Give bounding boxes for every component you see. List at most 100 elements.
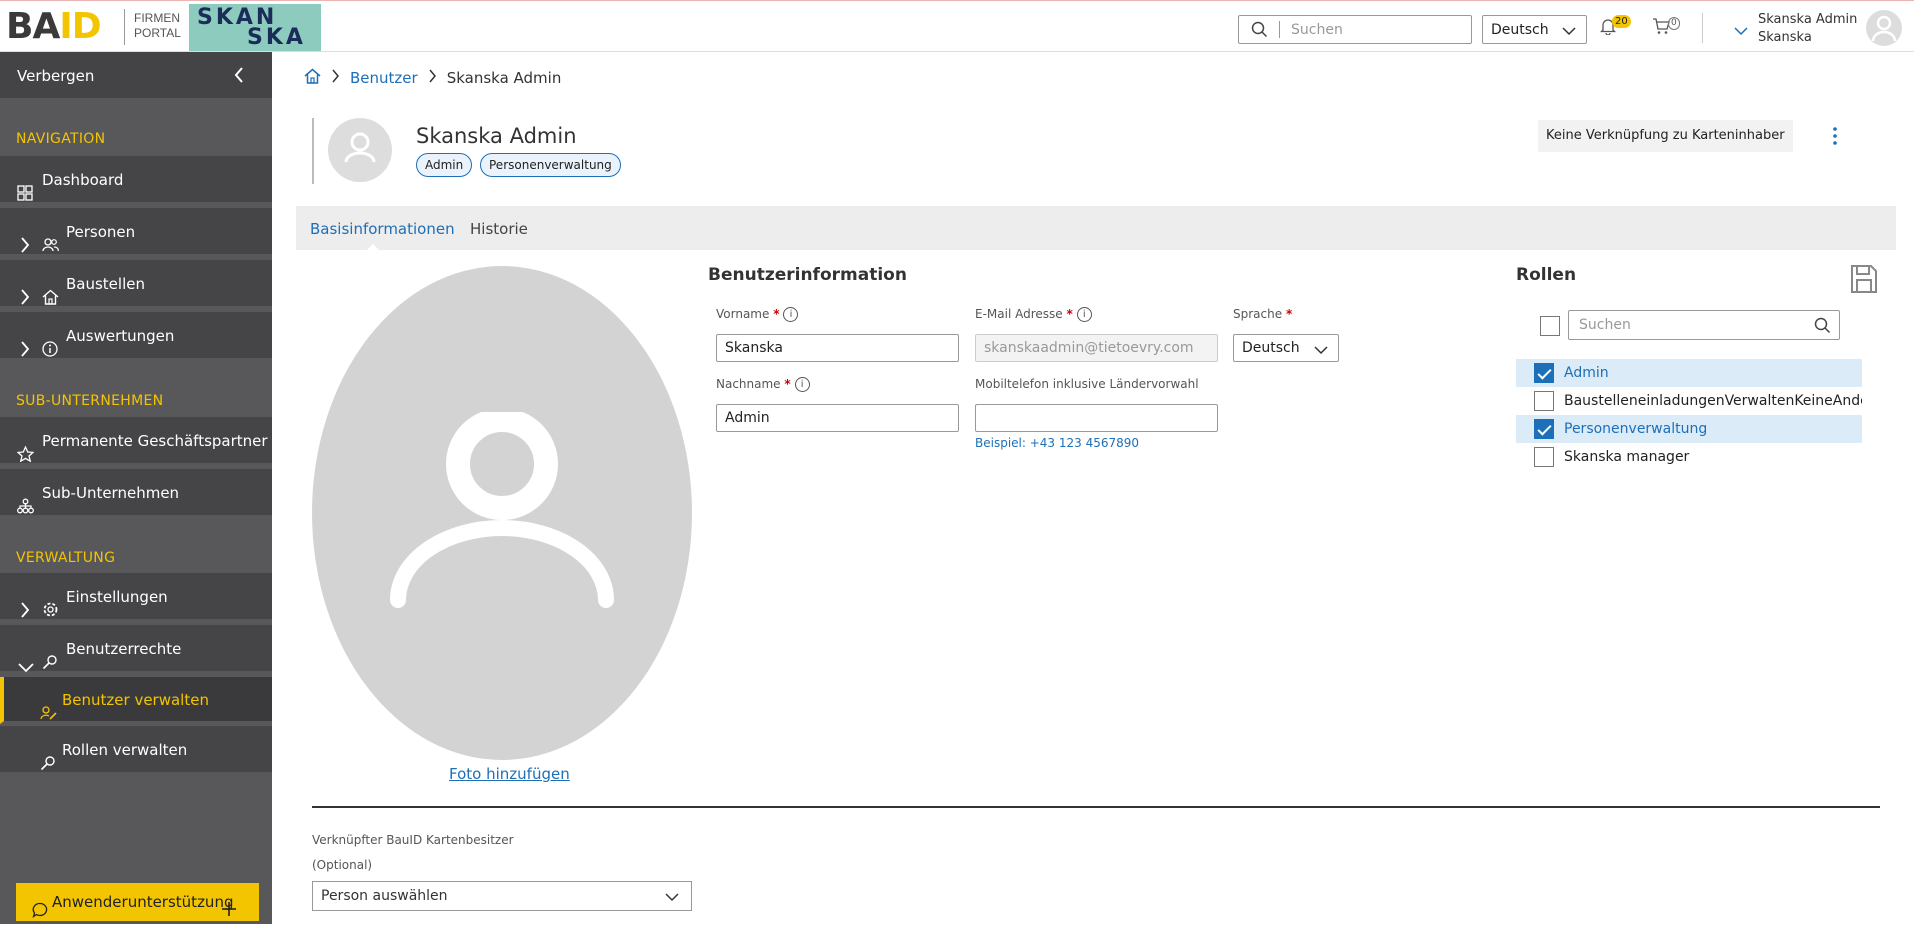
logo-text: BA: [6, 6, 60, 47]
role-checkbox[interactable]: [1534, 363, 1554, 383]
plus-icon: [221, 893, 237, 931]
profile-photo[interactable]: [312, 266, 692, 760]
sidebar-item-label: Dashboard: [42, 171, 124, 189]
role-badge-personenverwaltung: Personenverwaltung: [480, 153, 621, 177]
tab-historie[interactable]: Historie: [470, 220, 528, 238]
sprache-select[interactable]: Deutsch: [1233, 334, 1339, 362]
chevron-down-icon: [1734, 21, 1748, 40]
chat-icon: [32, 894, 48, 932]
section-title-benutzerinformation: Benutzerinformation: [708, 265, 907, 285]
home-icon[interactable]: [304, 68, 321, 88]
avatar: [328, 118, 392, 182]
select-all-roles-checkbox[interactable]: [1540, 316, 1560, 336]
sidebar-item-label: Rollen verwalten: [62, 741, 188, 759]
mobil-input[interactable]: [975, 404, 1218, 432]
global-search-input[interactable]: Suchen: [1238, 15, 1472, 44]
role-item-admin[interactable]: Admin: [1516, 359, 1862, 387]
person-select-value: Person auswählen: [321, 888, 448, 904]
role-badge-admin: Admin: [416, 153, 473, 177]
firmen-portal-label: FIRMEN PORTAL: [134, 11, 181, 40]
sidebar-item-label: Auswertungen: [66, 327, 175, 345]
key-icon: [40, 742, 56, 791]
nachname-input[interactable]: Admin: [716, 404, 959, 432]
sprache-label: Sprache *: [1233, 307, 1293, 321]
email-label: E-Mail Adresse * i: [975, 307, 1092, 322]
breadcrumb-current: Skanska Admin: [446, 69, 562, 87]
user-info: Skanska Admin Skanska: [1758, 11, 1857, 47]
chevron-down-icon: [665, 890, 679, 906]
role-item-skanska-manager[interactable]: Skanska manager: [1516, 443, 1862, 471]
sidebar-item-label: Personen: [66, 223, 136, 241]
sidebar-item-benutzerrechte[interactable]: Benutzerrechte: [0, 625, 272, 674]
role-checkbox[interactable]: [1534, 447, 1554, 467]
company-logo: SKAN SKA: [189, 4, 321, 51]
role-checkbox[interactable]: [1534, 391, 1554, 411]
sidebar-item-personen[interactable]: Personen: [0, 208, 272, 257]
role-checkbox[interactable]: [1534, 419, 1554, 439]
role-label: Personenverwaltung: [1564, 421, 1708, 437]
user-name: Skanska Admin: [1758, 12, 1858, 27]
more-options-icon[interactable]: [1832, 126, 1838, 150]
vorname-label: Vorname * i: [716, 307, 799, 322]
bauid-logo[interactable]: BAID: [6, 7, 122, 47]
support-label: Anwenderunterstützung: [52, 893, 234, 911]
sidebar-item-label: Benutzerrechte: [66, 640, 182, 658]
vorname-input[interactable]: Skanska: [716, 334, 959, 362]
sidebar-item-benutzer-verwalten[interactable]: Benutzer verwalten: [0, 677, 272, 724]
logo-accent: ID: [59, 6, 101, 47]
sidebar-item-subunternehmen[interactable]: Sub-Unternehmen: [0, 469, 272, 518]
roles-search-placeholder: Suchen: [1579, 317, 1631, 333]
sidebar-item-label: Permanente Geschäftspartner: [42, 432, 268, 450]
support-button[interactable]: Anwenderunterstützung: [16, 883, 259, 921]
chevron-down-icon: [1314, 343, 1328, 359]
sidebar-item-permanente[interactable]: Permanente Geschäftspartner: [0, 417, 272, 466]
info-icon[interactable]: i: [1076, 307, 1092, 322]
sidebar-item-auswertungen[interactable]: Auswertungen: [0, 312, 272, 361]
header-accent-bar: [312, 118, 314, 184]
hide-label: Verbergen: [17, 67, 95, 85]
cart-count: 0: [1668, 17, 1680, 30]
language-select[interactable]: Deutsch: [1482, 15, 1587, 44]
save-icon[interactable]: [1850, 264, 1878, 298]
top-bar: BAID FIRMEN PORTAL SKAN SKA Suchen Deutsch…: [0, 0, 1914, 52]
notifications-button[interactable]: 20: [1599, 15, 1631, 39]
cardholder-link-status: Keine Verknüpfung zu Karteninhaber: [1538, 120, 1793, 152]
sidebar-item-label: Benutzer verwalten: [62, 691, 209, 709]
optional-label: (Optional): [312, 858, 373, 872]
sidebar-item-einstellungen[interactable]: Einstellungen: [0, 573, 272, 622]
sidebar-item-rollen-verwalten[interactable]: Rollen verwalten: [0, 726, 272, 775]
role-label: Admin: [1564, 365, 1609, 381]
topbar-divider: [1702, 13, 1703, 43]
cart-button[interactable]: 0: [1652, 17, 1680, 39]
breadcrumb-link-benutzer[interactable]: Benutzer: [350, 69, 418, 87]
section-navigation: NAVIGATION: [16, 131, 106, 147]
email-field: skanskaadmin@tietoevry.com: [975, 334, 1218, 362]
chevron-right-icon: [331, 69, 340, 87]
sidebar-item-baustellen[interactable]: Baustellen: [0, 260, 272, 309]
language-value: Deutsch: [1491, 22, 1549, 38]
linked-cardholder-label: Verknüpfter BauID Kartenbesitzer: [312, 833, 514, 847]
mobil-hint: Beispiel: +43 123 4567890: [975, 436, 1140, 450]
search-icon: [1814, 317, 1831, 338]
role-item-baustelleneinladungen[interactable]: BaustelleneinladungenVerwaltenKeineAnder…: [1516, 387, 1862, 415]
person-select[interactable]: Person auswählen: [312, 881, 692, 911]
main-content: Benutzer Skanska Admin Skanska Admin Adm…: [272, 52, 1914, 924]
tab-basisinformationen[interactable]: Basisinformationen: [310, 220, 455, 238]
roles-search-input[interactable]: Suchen: [1568, 310, 1840, 340]
page-title: Skanska Admin: [416, 124, 577, 148]
notifications-badge: 20: [1612, 15, 1631, 28]
avatar[interactable]: [1866, 10, 1902, 46]
search-icon: [1251, 21, 1268, 42]
mobil-label: Mobiltelefon inklusive Ländervorwahl: [975, 377, 1199, 391]
info-icon[interactable]: i: [794, 377, 810, 392]
info-icon[interactable]: i: [783, 307, 799, 322]
logo-divider: [124, 9, 125, 45]
sidebar-item-dashboard[interactable]: Dashboard: [0, 156, 272, 205]
role-item-personenverwaltung[interactable]: Personenverwaltung: [1516, 415, 1862, 443]
chevron-right-icon: [20, 328, 30, 377]
hide-sidebar-button[interactable]: Verbergen: [0, 52, 272, 98]
add-photo-link[interactable]: Foto hinzufügen: [449, 765, 570, 783]
role-label: BaustelleneinladungenVerwaltenKeineAnder…: [1564, 393, 1862, 409]
sidebar-item-label: Baustellen: [66, 275, 145, 293]
role-label: Skanska manager: [1564, 449, 1690, 465]
